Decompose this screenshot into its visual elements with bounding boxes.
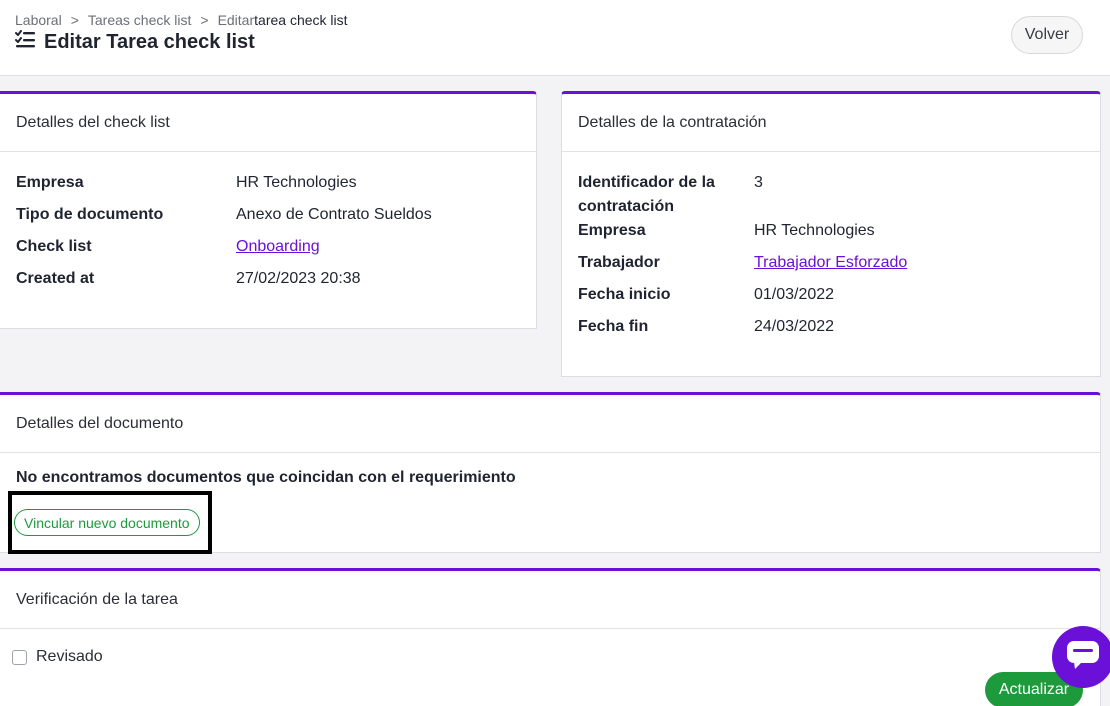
contract-details-card: Detalles de la contratación Identificado… [561,91,1101,377]
empty-documents-message: No encontramos documentos que coincidan … [16,469,516,486]
field-value: HR Technologies [236,174,357,191]
field-value: 27/02/2023 20:38 [236,270,361,287]
card-title: Detalles del check list [0,94,536,152]
card-title: Detalles del documento [0,395,1100,453]
revisado-checkbox-row[interactable]: Revisado [12,648,103,666]
breadcrumb-current: tarea check list [254,12,348,28]
page-title-text: Editar Tarea check list [44,30,255,53]
field-label-line: Identificador de la [578,174,715,191]
field-value: HR Technologies [754,222,875,239]
field-value: 01/03/2022 [754,286,835,303]
page-header: Laboral > Tareas check list > Editar tare… [0,0,1110,76]
field-label: Trabajador [578,254,660,271]
field-value: Trabajador Esforzado [754,251,907,275]
back-button[interactable]: Volver [1011,16,1083,54]
field-label-line: contratación [578,198,675,215]
field-label: Check list [16,238,92,255]
field-label: Created at [16,270,95,287]
link-new-document-button[interactable]: Vincular nuevo documento [14,509,200,536]
breadcrumb-item-tareas[interactable]: Tareas check list [88,12,191,28]
field-value: Anexo de Contrato Sueldos [236,206,432,223]
breadcrumb-item-laboral[interactable]: Laboral [15,12,62,28]
card-title: Verificación de la tarea [0,571,1100,629]
field-label: Identificador de la contratación [578,171,715,219]
field-label: Fecha fin [578,318,649,335]
verification-card: Verificación de la tarea Revisado [0,568,1101,706]
revisado-label: Revisado [36,648,103,665]
revisado-checkbox[interactable] [12,649,27,665]
breadcrumb-separator: > [70,12,79,28]
breadcrumb-current-prefix: Editar [217,12,255,28]
chat-icon [1066,640,1100,675]
card-title: Detalles de la contratación [562,94,1100,152]
field-label: Tipo de documento [16,206,164,223]
field-label: Fecha inicio [578,286,671,303]
checklist-details-card: Detalles del check list Empresa HR Techn… [0,91,537,329]
field-label: Empresa [16,174,84,191]
field-value: Onboarding [236,235,320,259]
breadcrumb: Laboral > Tareas check list > Editar tare… [15,12,348,28]
field-value: 24/03/2022 [754,318,835,335]
page-title: Editar Tarea check list [15,30,255,54]
chat-button[interactable] [1052,626,1110,688]
checklist-icon [15,30,44,54]
field-label: Empresa [578,222,646,239]
worker-link[interactable]: Trabajador Esforzado [754,254,907,271]
field-value: 3 [754,174,763,191]
checklist-link[interactable]: Onboarding [236,238,320,255]
breadcrumb-separator: > [200,12,209,28]
